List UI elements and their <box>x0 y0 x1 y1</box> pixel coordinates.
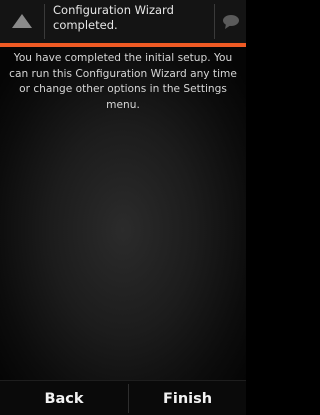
completion-message: You have completed the initial setup. Yo… <box>9 52 237 111</box>
triangle-up-icon <box>12 14 32 28</box>
page-title: Configuration Wizard completed. <box>53 3 174 32</box>
finish-button[interactable]: Finish <box>129 381 246 415</box>
wizard-screen: Configuration Wizard completed. You have… <box>0 0 246 415</box>
speech-bubble-icon <box>223 15 239 29</box>
footer-bar: Back Finish <box>0 380 246 415</box>
header-divider <box>44 4 45 39</box>
header-back-button[interactable] <box>0 0 44 43</box>
back-button[interactable]: Back <box>0 381 128 415</box>
chat-button[interactable] <box>215 0 246 43</box>
accent-divider <box>0 43 246 47</box>
header-bar: Configuration Wizard completed. <box>0 0 246 43</box>
